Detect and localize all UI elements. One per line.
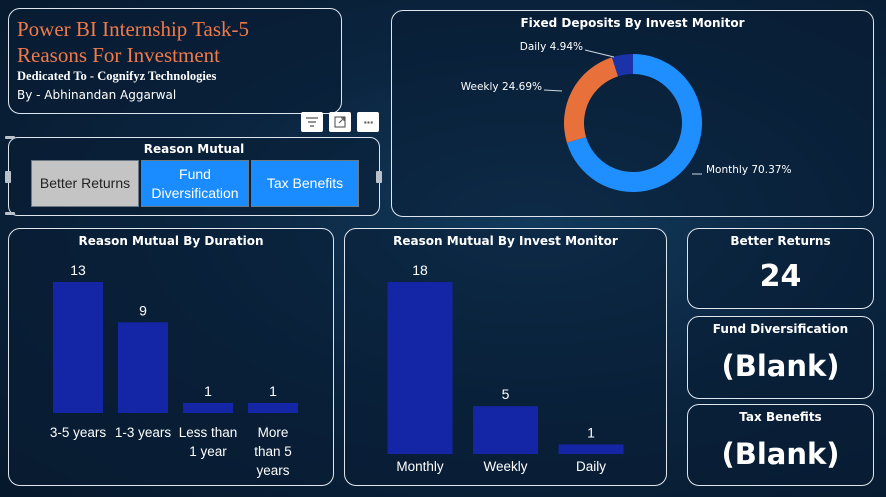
dedication-text: Dedicated To - Cognifyz Technologies [17,69,217,83]
invest-monitor-chart-card: Reason Mutual By Invest Monitor 18 Monthl… [344,228,667,486]
bar-daily[interactable] [558,444,624,454]
bar-less-than-1-year[interactable] [183,402,233,413]
donut-label-weekly: Weekly 24.69% [461,81,542,93]
bar-value-label: 1 [269,383,277,399]
author-text: By - Abhinandan Aggarwal [17,88,177,102]
bar-value-label: 1 [204,383,212,399]
kpi-title: Tax Benefits [739,410,822,424]
bar-1-3-years[interactable] [118,322,168,413]
resize-handle-top-left[interactable] [5,136,15,139]
bar-more-than-5-years[interactable] [248,402,298,413]
resize-handle-right[interactable] [376,171,382,183]
slicer-option-tax-benefits[interactable]: Tax Benefits [251,160,359,207]
bar-value-label: 13 [70,262,86,278]
x-axis-tick-label: More [258,425,289,440]
donut-chart: Monthly 70.37% Weekly 24.69% Daily 4.94% [461,41,791,192]
report-title: Power BI Internship Task-5 [17,17,250,41]
kpi-card-fund-diversification: Fund Diversification (Blank) [687,316,874,399]
report-subtitle: Reasons For Investment [17,43,220,67]
title-card: Power BI Internship Task-5 Reasons For I… [8,8,342,114]
kpi-value: (Blank) [721,437,840,471]
focus-mode-icon[interactable] [329,112,351,132]
resize-handle-left[interactable] [5,171,11,183]
donut-leader-line [543,89,563,92]
fixed-deposits-card: Fixed Deposits By Invest Monitor Monthly… [391,10,874,217]
bar-value-label: 18 [412,262,428,278]
filter-icon[interactable] [301,112,323,132]
reason-mutual-slicer: Reason Mutual Better Returns Fund Divers… [8,137,380,216]
x-axis-tick-label: 3-5 years [50,425,107,440]
slicer-option-better-returns[interactable]: Better Returns [31,160,139,207]
x-axis-tick-label: years [256,463,289,478]
kpi-value: 24 [759,259,802,294]
donut-label-daily: Daily 4.94% [520,41,583,53]
slicer-title: Reason Mutual [143,142,245,156]
x-axis-tick-label: Weekly [483,459,527,474]
bar-value-label: 9 [139,302,147,318]
resize-handle-bottom-left[interactable] [5,212,15,215]
more-options-label: ··· [363,115,374,129]
donut-label-monthly: Monthly 70.37% [706,164,791,176]
slicer-option-fund-diversification[interactable]: Fund Diversification [141,160,249,207]
duration-bar-chart: 13 3-5 years 9 1-3 years 1 Less than 1 year 1 Mo… [50,262,298,478]
more-options-icon[interactable]: ··· [357,112,379,132]
x-axis-tick-label: Less than [179,425,238,440]
duration-chart-card: Reason Mutual By Duration 13 3-5 years 9 1-… [8,228,334,486]
kpi-title: Better Returns [730,234,831,248]
kpi-card-better-returns: Better Returns 24 [687,228,874,309]
bar-3-5-years[interactable] [53,282,103,413]
x-axis-tick-label: than 5 [254,444,292,459]
donut-slice-weekly[interactable] [564,57,619,143]
slicer-option-label: Fund Diversification [151,165,239,201]
donut-leader-line [584,49,615,58]
x-axis-tick-label: 1 year [189,444,227,459]
kpi-card-tax-benefits: Tax Benefits (Blank) [687,404,874,486]
slicer-option-label: Tax Benefits [266,175,344,191]
x-axis-tick-label: Monthly [396,459,444,474]
x-axis-tick-label: Daily [576,459,606,474]
x-axis-tick-label: 1-3 years [115,425,172,440]
invest-monitor-bar-chart: 18 Monthly 5 Weekly 1 Daily [387,262,624,474]
bar-value-label: 1 [587,424,595,440]
bar-weekly[interactable] [473,406,538,454]
slicer-option-label: Better Returns [39,175,131,191]
kpi-title: Fund Diversification [712,322,849,336]
bar-monthly[interactable] [387,282,453,454]
kpi-value: (Blank) [721,349,840,383]
bar-value-label: 5 [502,386,510,402]
